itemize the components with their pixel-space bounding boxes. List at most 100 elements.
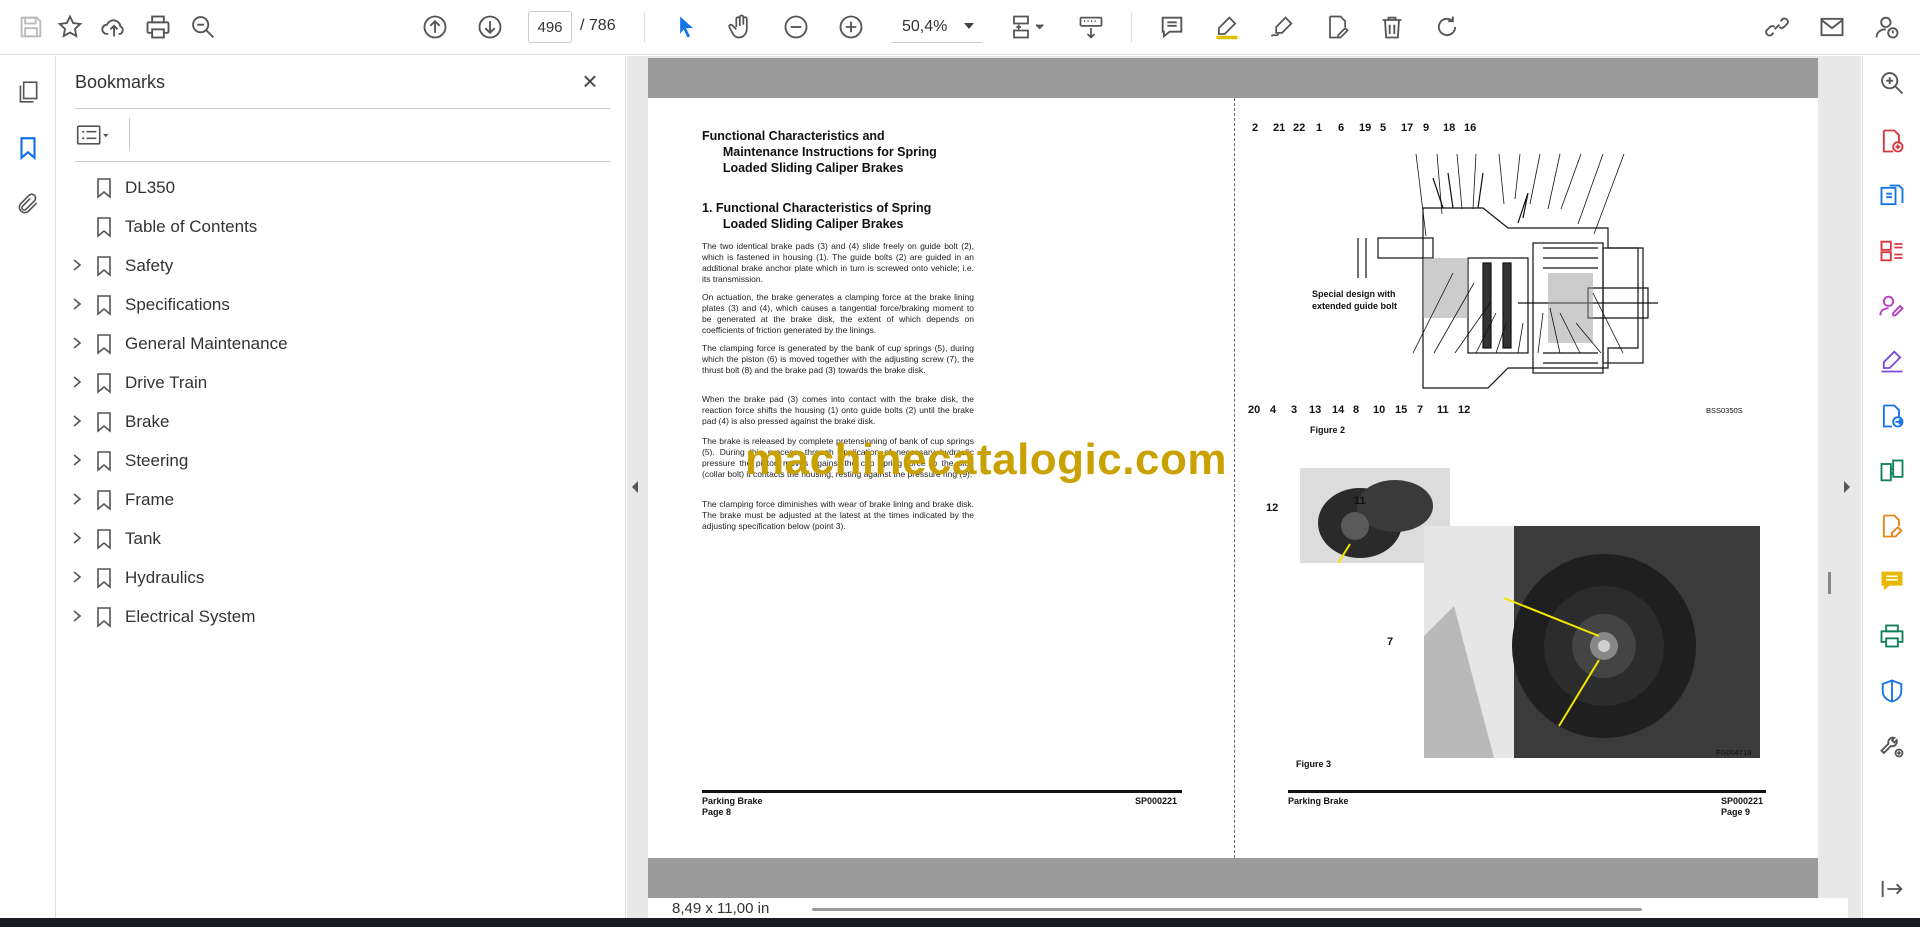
request-signature-icon[interactable] xyxy=(1877,291,1907,321)
collapse-right-panel-icon[interactable] xyxy=(1842,478,1852,496)
collapse-left-panel-icon[interactable] xyxy=(630,478,640,496)
footer-title: Parking Brake xyxy=(1288,796,1349,806)
close-icon[interactable]: × xyxy=(577,68,603,94)
bookmark-item[interactable]: Frame xyxy=(57,480,626,519)
page-fit-icon[interactable] xyxy=(1004,10,1052,44)
bookmark-icon xyxy=(97,412,111,433)
star-icon[interactable] xyxy=(53,10,87,44)
chevron-right-icon[interactable] xyxy=(70,570,84,584)
bookmark-item[interactable]: Specifications xyxy=(57,285,626,324)
add-comment-icon[interactable] xyxy=(1877,566,1907,596)
figure-2-callout: 11 xyxy=(1437,404,1449,416)
footer-rule xyxy=(1288,790,1766,793)
taskbar-edge xyxy=(0,918,1920,927)
bookmark-item[interactable]: Drive Train xyxy=(57,363,626,402)
zoom-level-select[interactable]: 50,4% xyxy=(892,11,982,43)
print-icon[interactable] xyxy=(141,10,175,44)
zoom-in-icon[interactable] xyxy=(834,10,868,44)
page-gap-top xyxy=(648,58,1818,98)
zoom-out-icon[interactable] xyxy=(779,10,813,44)
edit-pdf-icon[interactable] xyxy=(1877,511,1907,541)
figure-2-callout: 19 xyxy=(1359,122,1372,134)
bookmark-item[interactable]: Electrical System xyxy=(57,597,626,636)
zoom-search-icon[interactable] xyxy=(1877,68,1907,98)
next-page-icon[interactable] xyxy=(473,10,507,44)
compare-files-icon[interactable] xyxy=(1877,456,1907,486)
chevron-right-icon[interactable] xyxy=(70,258,84,272)
bookmark-icon xyxy=(97,607,111,628)
keyboard-scroll-icon[interactable] xyxy=(1074,10,1108,44)
share-link-icon[interactable] xyxy=(1760,10,1794,44)
section-heading: 1. Functional Characteristics of Spring … xyxy=(702,201,932,231)
comment-icon[interactable] xyxy=(1155,10,1189,44)
draw-freehand-icon[interactable] xyxy=(1265,10,1299,44)
horizontal-scrollbar[interactable] xyxy=(812,908,1642,911)
bookmark-options-button[interactable] xyxy=(75,118,121,152)
redo-icon[interactable] xyxy=(1430,10,1464,44)
bookmark-label: Steering xyxy=(125,451,189,470)
bookmark-panel-icon[interactable] xyxy=(12,132,44,164)
chevron-right-icon[interactable] xyxy=(70,336,84,350)
bookmark-item[interactable]: Table of Contents xyxy=(57,207,626,246)
footer-code: SP000221 xyxy=(1721,796,1764,806)
bookmark-item[interactable]: Safety xyxy=(57,246,626,285)
bookmark-item[interactable]: Steering xyxy=(57,441,626,480)
page-gap-bottom xyxy=(648,858,1818,898)
figure-3-caption: Figure 3 xyxy=(1296,759,1332,769)
toolbar-divider xyxy=(1131,12,1132,42)
trash-icon[interactable] xyxy=(1375,10,1409,44)
chevron-right-icon[interactable] xyxy=(70,375,84,389)
save-icon[interactable] xyxy=(14,10,48,44)
bookmark-item[interactable]: DL350 xyxy=(57,168,626,207)
bookmark-label: Frame xyxy=(125,490,175,509)
previous-page-icon[interactable] xyxy=(418,10,452,44)
create-pdf-icon[interactable] xyxy=(1877,126,1907,156)
protect-shield-icon[interactable] xyxy=(1877,676,1907,706)
edit-text-icon[interactable] xyxy=(1320,10,1354,44)
attachments-icon[interactable] xyxy=(12,188,44,220)
upload-cloud-icon[interactable] xyxy=(97,10,131,44)
figure-2-note: Special design with extended guide bolt xyxy=(1312,289,1398,311)
figure-2-callout: 20 xyxy=(1248,404,1261,416)
footer-page: Page 9 xyxy=(1721,807,1751,817)
figure-2-callout: 12 xyxy=(1458,404,1471,416)
search-zoom-icon[interactable] xyxy=(186,10,220,44)
chevron-right-icon[interactable] xyxy=(70,297,84,311)
bookmark-icon xyxy=(97,217,111,238)
figure-2-callout: 6 xyxy=(1338,122,1345,134)
bookmark-item[interactable]: Hydraulics xyxy=(57,558,626,597)
left-nav-rail xyxy=(0,56,56,918)
select-cursor-icon[interactable] xyxy=(669,10,703,44)
figure-3-callout: 11 xyxy=(1354,495,1366,507)
chevron-right-icon[interactable] xyxy=(70,492,84,506)
page-thumbnails-icon[interactable] xyxy=(12,76,44,108)
account-icon[interactable] xyxy=(1870,10,1904,44)
footer-page: Page 8 xyxy=(702,807,732,817)
chevron-right-icon[interactable] xyxy=(70,531,84,545)
figure-2-callout: 17 xyxy=(1401,122,1414,134)
page-number-input[interactable]: 496 xyxy=(528,11,572,43)
highlight-pen-icon[interactable] xyxy=(1210,10,1244,44)
send-review-icon[interactable] xyxy=(1877,401,1907,431)
right-tools-rail xyxy=(1862,56,1920,918)
page-total: / 786 xyxy=(580,17,616,34)
figure-2-callout: 3 xyxy=(1291,404,1298,416)
organize-pages-icon[interactable] xyxy=(1877,236,1907,266)
chevron-right-icon[interactable] xyxy=(70,609,84,623)
print-production-icon[interactable] xyxy=(1877,621,1907,651)
brake-photo-large xyxy=(1424,526,1760,758)
chevron-right-icon[interactable] xyxy=(70,414,84,428)
paragraph-4: When the brake pad (3) comes into contac… xyxy=(702,394,974,426)
bookmark-item[interactable]: General Maintenance xyxy=(57,324,626,363)
fill-sign-icon[interactable] xyxy=(1877,346,1907,376)
hand-tool-icon[interactable] xyxy=(724,10,758,44)
more-tools-icon[interactable] xyxy=(1877,731,1907,761)
bookmark-item[interactable]: Tank xyxy=(57,519,626,558)
bookmark-item[interactable]: Brake xyxy=(57,402,626,441)
export-pdf-icon[interactable] xyxy=(1877,181,1907,211)
email-icon[interactable] xyxy=(1815,10,1849,44)
expand-panel-icon[interactable] xyxy=(1877,874,1907,904)
footer-rule xyxy=(702,790,1182,793)
vertical-scrollbar-thumb[interactable] xyxy=(1828,572,1831,594)
chevron-right-icon[interactable] xyxy=(70,453,84,467)
